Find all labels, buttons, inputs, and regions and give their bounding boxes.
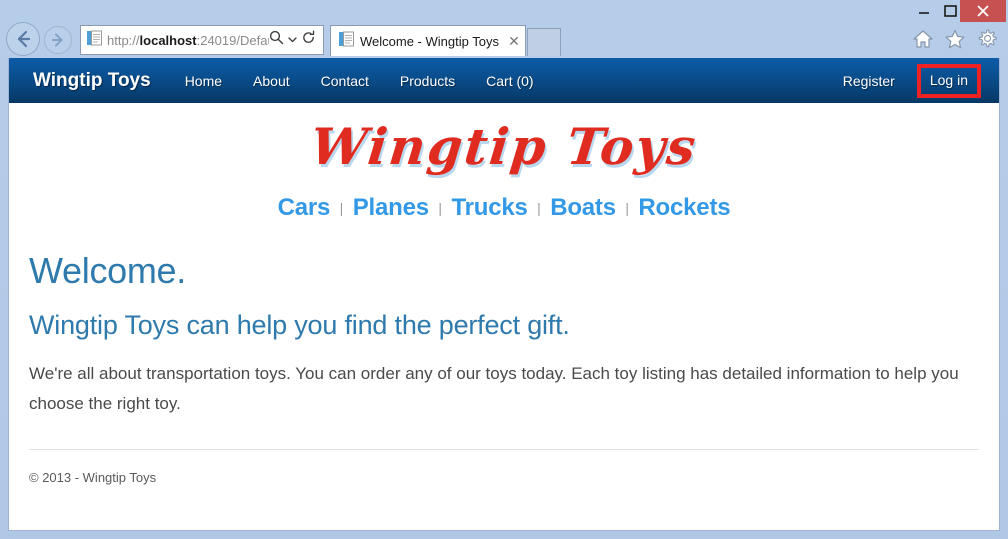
login-link-highlight: Log in: [916, 63, 981, 98]
footer-copyright: © 2013 - Wingtip Toys: [29, 469, 157, 485]
wingtip-toys-logo: Wingtip Toys: [307, 117, 701, 176]
tab-favicon-icon: [339, 31, 354, 52]
page-favicon-icon: [87, 30, 102, 51]
browser-toolbar-icons: [912, 28, 998, 50]
page-subtitle: Wingtip Toys can help you find the perfe…: [29, 310, 570, 340]
nav-cart[interactable]: Cart (0): [486, 73, 533, 89]
category-separator: |: [537, 200, 541, 216]
site-nav-links: Home About Contact Products Cart (0): [185, 73, 534, 89]
category-links: Cars | Planes | Trucks | Boats | Rockets: [9, 194, 999, 222]
nav-home[interactable]: Home: [185, 73, 222, 89]
category-link-cars[interactable]: Cars: [278, 194, 331, 221]
register-link[interactable]: Register: [839, 68, 899, 94]
address-bar[interactable]: http://localhost:24019/Default: [80, 25, 324, 55]
favorites-star-icon[interactable]: [944, 28, 966, 50]
back-button[interactable]: [6, 22, 40, 56]
page-title: Welcome.: [29, 250, 186, 291]
intro-paragraph: We're all about transportation toys. You…: [29, 364, 959, 413]
tab-close-icon[interactable]: ✕: [503, 30, 525, 52]
browser-titlebar: http://localhost:24019/Default: [0, 0, 1008, 58]
nav-about[interactable]: About: [253, 73, 290, 89]
browser-window: http://localhost:24019/Default: [0, 0, 1008, 539]
close-window-button[interactable]: [960, 0, 1006, 22]
close-icon: [977, 5, 989, 17]
main-copy: Welcome. Wingtip Toys can help you find …: [9, 250, 999, 485]
category-separator: |: [438, 200, 442, 216]
category-separator: |: [625, 200, 629, 216]
category-link-rockets[interactable]: Rockets: [638, 194, 730, 221]
logo-area: Wingtip Toys: [9, 103, 999, 176]
tab-title: Welcome - Wingtip Toys: [360, 33, 499, 49]
login-link[interactable]: Log in: [930, 72, 968, 88]
nav-products[interactable]: Products: [400, 73, 455, 89]
site-brand[interactable]: Wingtip Toys: [33, 70, 151, 92]
category-link-planes[interactable]: Planes: [353, 194, 429, 221]
address-bar-url[interactable]: http://localhost:24019/Default: [107, 33, 269, 48]
search-icon[interactable]: [269, 30, 284, 50]
forward-arrow-icon: [52, 33, 63, 47]
back-arrow-icon: [17, 30, 31, 48]
dropdown-arrow-icon[interactable]: [288, 31, 297, 49]
category-link-trucks[interactable]: Trucks: [451, 194, 527, 221]
site-nav-account-links: Register Log in: [839, 63, 981, 98]
category-separator: |: [339, 200, 344, 216]
nav-contact[interactable]: Contact: [321, 73, 369, 89]
footer-divider: [29, 448, 979, 450]
home-icon[interactable]: [912, 28, 934, 50]
refresh-icon[interactable]: [301, 30, 316, 50]
browser-tab[interactable]: Welcome - Wingtip Toys ✕: [330, 25, 526, 56]
forward-button[interactable]: [44, 26, 72, 54]
tools-gear-icon[interactable]: [976, 28, 998, 50]
category-link-boats[interactable]: Boats: [550, 194, 616, 221]
page-content: Wingtip Toys Home About Contact Products…: [8, 58, 1000, 531]
site-navbar: Wingtip Toys Home About Contact Products…: [9, 58, 999, 103]
new-tab-button[interactable]: [527, 28, 561, 56]
